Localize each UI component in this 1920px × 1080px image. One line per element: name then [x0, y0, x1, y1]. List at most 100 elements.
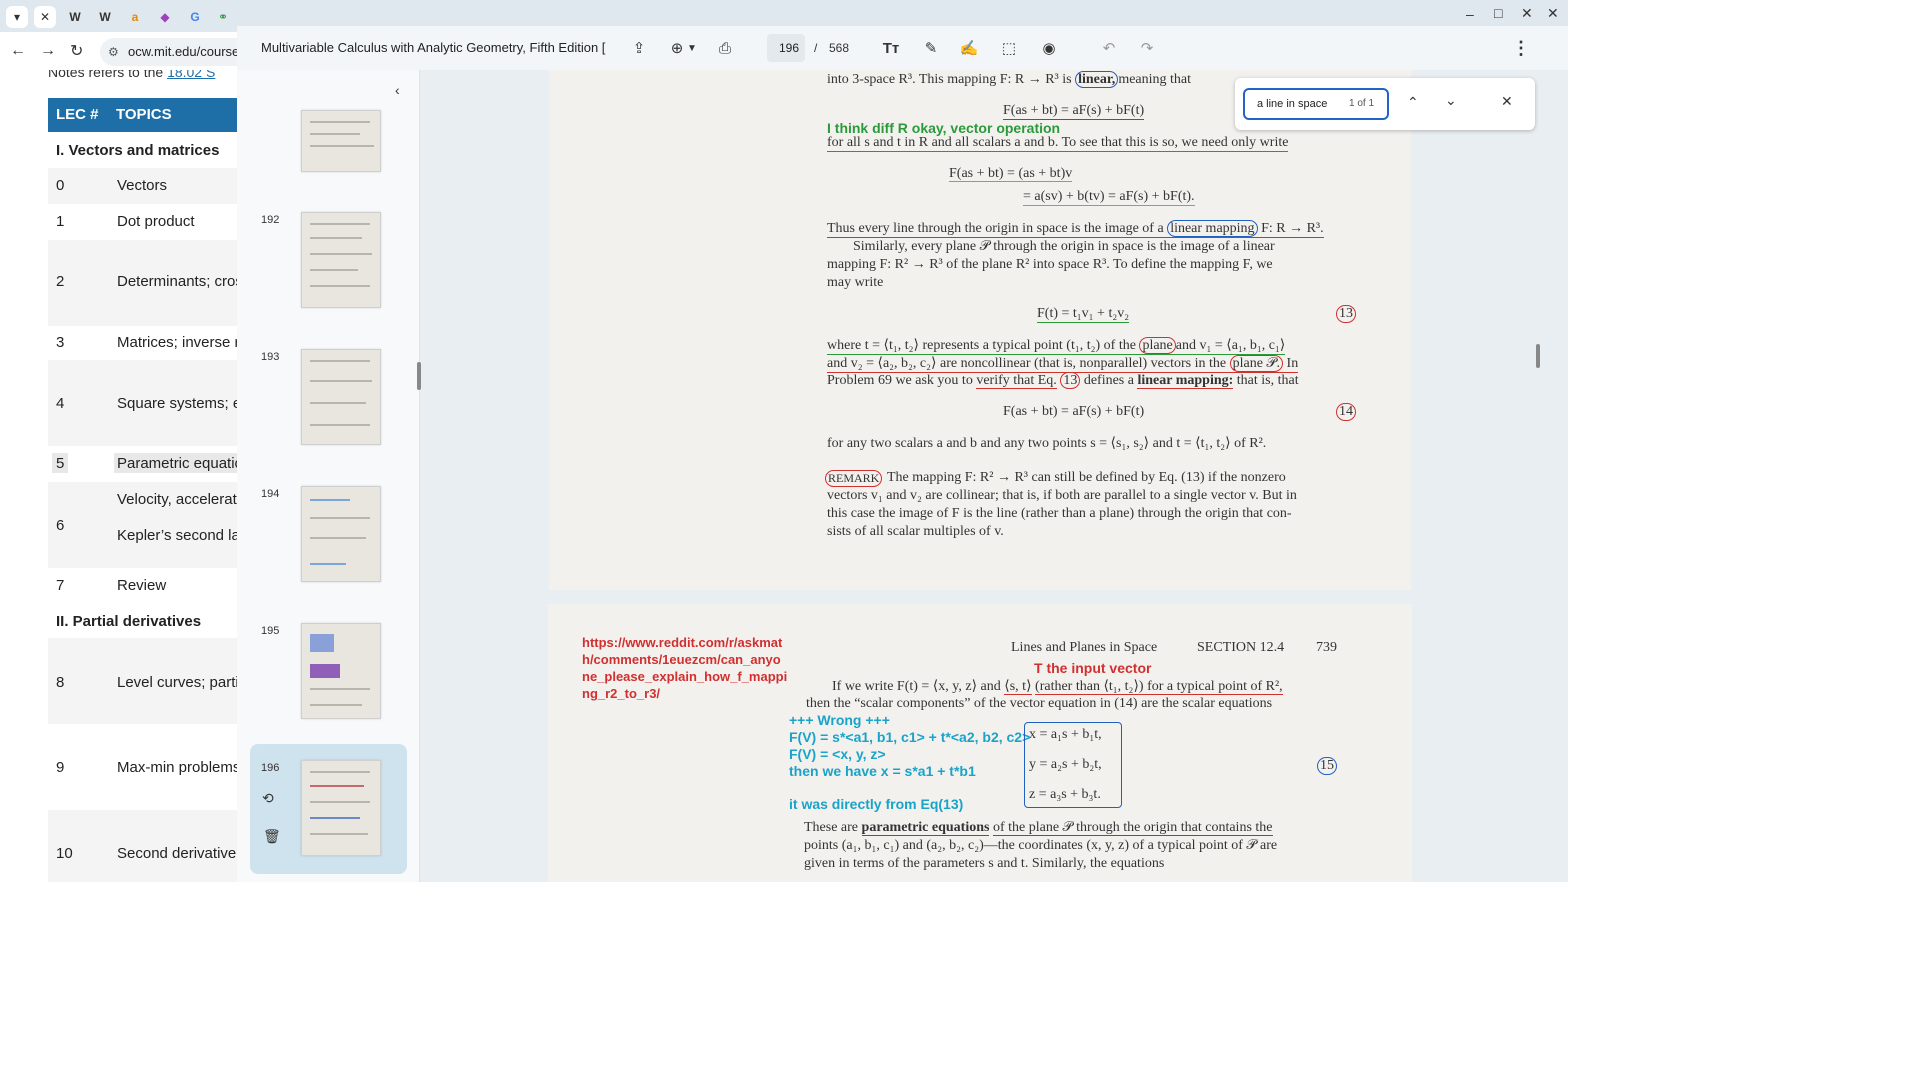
back-button[interactable]: ← [10, 42, 26, 60]
lec-number: 10 [56, 845, 73, 862]
page-text-line: for any two scalars a and b and any two … [827, 436, 1267, 451]
find-close-button[interactable]: ✕ [1501, 93, 1513, 110]
chevron-down-icon: ▼ [687, 42, 697, 54]
thumbnail-page[interactable] [301, 349, 381, 445]
page-number: 739 [1316, 640, 1337, 655]
notes-reference: Notes refers to the 18.02 S [48, 70, 215, 80]
lec-number: 0 [56, 177, 65, 194]
tab-amazon[interactable]: a [124, 6, 146, 28]
text-span: F: R → R³. [1261, 221, 1324, 236]
tab-wikipedia-2[interactable]: W [94, 6, 116, 28]
google-icon: G [190, 10, 200, 24]
text-span: If we write F(t) = ⟨x, y, z⟩ and [832, 679, 1001, 694]
page-number-value: 196 [779, 41, 800, 55]
lec-topic: Determinants; cros [117, 273, 240, 290]
zoom-dropdown[interactable]: ▼ [685, 36, 699, 60]
page-text-line: and v₂ = ⟨a₂, b₂, c₂⟩ are noncollinear (… [827, 355, 1299, 373]
link-text: ng_r2_to_r3/ [582, 686, 661, 701]
amazon-icon: a [131, 10, 139, 24]
find-previous-button[interactable]: ⌃ [1407, 94, 1419, 111]
lec-number: 1 [56, 213, 65, 230]
link-icon: ⚭ [217, 10, 229, 24]
minimize-icon: – [1466, 6, 1474, 22]
page-number-input[interactable]: 196 [767, 34, 805, 62]
table-header: LEC # TOPICS [48, 98, 240, 132]
collapse-sidebar-button[interactable]: ‹ [395, 82, 400, 98]
lec-topic: Dot product [117, 213, 195, 230]
close-tab-button[interactable]: ✕ [34, 6, 56, 28]
page-text-line: this case the image of F is the line (ra… [827, 506, 1292, 521]
reddit-link-note[interactable]: https://www.reddit.com/r/askmat h/commen… [582, 634, 787, 702]
sidebar-resize-handle[interactable] [417, 362, 421, 390]
remark-label: REMARK [825, 470, 883, 487]
text-span: parametric equations [861, 820, 990, 836]
lec-number: 3 [56, 334, 65, 351]
wrong-note: +++ Wrong +++ F(V) = s*<a1, b1, c1> + t*… [789, 712, 1030, 780]
page-text-line: may write [827, 275, 884, 290]
pdf-toolbar: Multivariable Calculus with Analytic Geo… [237, 26, 1568, 70]
page-text-line: The mapping F: R² → R³ can still be defi… [887, 470, 1286, 485]
reload-button[interactable]: ↻ [70, 41, 83, 61]
text-span: These are [804, 820, 859, 835]
thumbnail-page[interactable] [301, 110, 381, 172]
annotation-box: linear mapping [1167, 220, 1258, 237]
tab-wikipedia-1[interactable]: W [64, 6, 86, 28]
print-icon: ⎙ [718, 39, 731, 57]
undo-button[interactable]: ↶ [1097, 36, 1121, 60]
lec-topic: Vectors [117, 177, 168, 194]
delete-page-button[interactable]: 🗑 [263, 828, 281, 845]
thumbnail-page[interactable] [301, 623, 381, 719]
forward-button[interactable]: → [40, 42, 56, 60]
thumbnail-page[interactable] [301, 486, 381, 582]
draw-button[interactable]: ✎ [919, 36, 943, 60]
tab-link[interactable]: ⚭ [212, 6, 234, 28]
close-icon: ✕ [1547, 5, 1559, 21]
minimize-button[interactable]: – [1466, 6, 1474, 22]
close-window-button[interactable]: ✕ [1521, 5, 1533, 22]
maximize-button[interactable]: □ [1494, 5, 1502, 21]
redo-button[interactable]: ↷ [1135, 36, 1159, 60]
rotate-page-button[interactable]: ⟲ [262, 790, 274, 807]
wikipedia-icon: W [69, 10, 81, 24]
search-image-button[interactable]: ◉ [1037, 36, 1061, 60]
pdf-page: into 3-space R³. This mapping F: R → R³ … [549, 70, 1411, 590]
page-text-line: points (a₁, b₁, c₁) and (a₂, b₂, c₂)—the… [804, 838, 1278, 853]
close-pdf-popup-button[interactable]: ✕ [1547, 5, 1559, 22]
note-line: then we have x = s*a1 + t*b1 [789, 763, 976, 779]
equation: y = a₂s + b₂t, [1029, 757, 1102, 772]
thumbnail-page-number: 193 [261, 351, 280, 363]
sign-button[interactable]: ✍ [957, 36, 981, 60]
thumbnail-selected[interactable]: 196 ⟲ 🗑 [250, 744, 407, 874]
share-button[interactable]: ⇪ [627, 36, 651, 60]
page-text-line: vectors v₁ and v₂ are collinear; that is… [827, 488, 1297, 503]
thumbnail-page-number: 192 [261, 214, 280, 226]
print-button[interactable]: ⎙ [713, 36, 737, 60]
thumbnail-page-number: 196 [261, 762, 280, 774]
section-heading: I. Vectors and matrices [56, 142, 220, 159]
equation: x = a₁s + b₁t, [1029, 727, 1102, 742]
tab-google[interactable]: G [184, 6, 206, 28]
site-info-icon[interactable]: ⚙ [108, 38, 119, 66]
close-icon: ✕ [1501, 93, 1513, 109]
vertical-scrollbar[interactable] [1536, 344, 1540, 368]
thumbnail-page[interactable] [301, 212, 381, 308]
page-text-line: Similarly, every plane 𝒫 through the ori… [853, 239, 1275, 254]
forward-arrow-icon: → [40, 42, 56, 59]
find-input[interactable]: a line in space 1 of 1 [1243, 88, 1389, 120]
handwritten-note: T the input vector [1034, 660, 1152, 676]
text-span: where t = ⟨t₁, t₂⟩ represents a typical … [827, 338, 1136, 353]
tab-app[interactable]: ◆ [154, 6, 176, 28]
page-text-line: Problem 69 we ask you to verify that Eq.… [827, 372, 1299, 389]
find-next-button[interactable]: ⌄ [1445, 92, 1457, 109]
equation-number: 13 [1336, 305, 1356, 323]
more-options-button[interactable]: ⋮ [1509, 36, 1533, 60]
notes-link[interactable]: 18.02 S [167, 70, 215, 80]
equation-number: 14 [1336, 403, 1356, 421]
equation: F(as + bt) = (as + bt)v [949, 166, 1073, 182]
select-button[interactable]: ⬚ [997, 36, 1021, 60]
pdf-page-area: into 3-space R³. This mapping F: R → R³ … [420, 70, 1568, 882]
text-button[interactable]: Tт [879, 36, 903, 60]
section-heading: II. Partial derivatives [56, 613, 202, 630]
tab-search-button[interactable]: ▾ [6, 6, 28, 28]
signature-icon: ✍ [959, 40, 979, 57]
